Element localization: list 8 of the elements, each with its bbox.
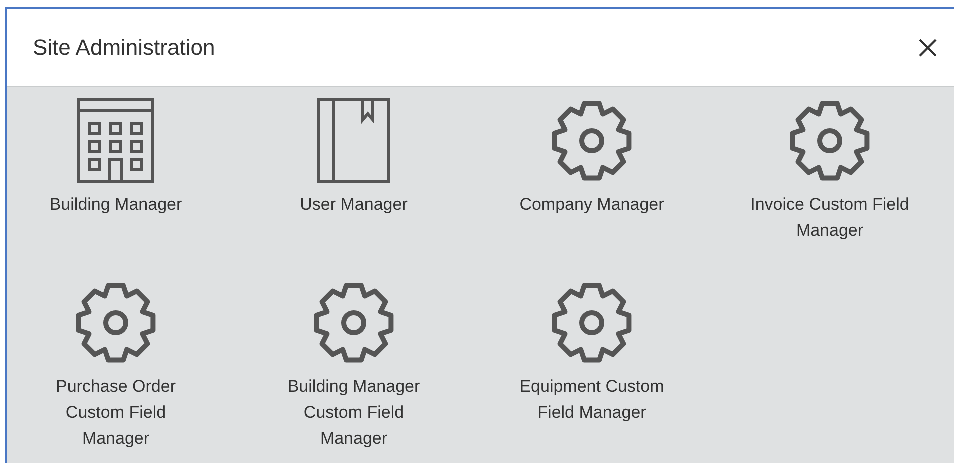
admin-tile[interactable]: Invoice Custom Field Manager — [711, 98, 949, 244]
admin-tile[interactable]: User Manager — [235, 98, 473, 218]
dialog-title: Site Administration — [33, 34, 216, 60]
admin-tile[interactable]: Building Manager — [7, 98, 235, 218]
admin-tile[interactable]: Purchase Order Custom Field Manager — [7, 280, 235, 452]
admin-tile[interactable]: Equipment Custom Field Manager — [473, 280, 711, 426]
admin-tile[interactable]: Building Manager Custom Field Manager — [235, 280, 473, 452]
admin-tile[interactable]: Company Manager — [473, 98, 711, 218]
